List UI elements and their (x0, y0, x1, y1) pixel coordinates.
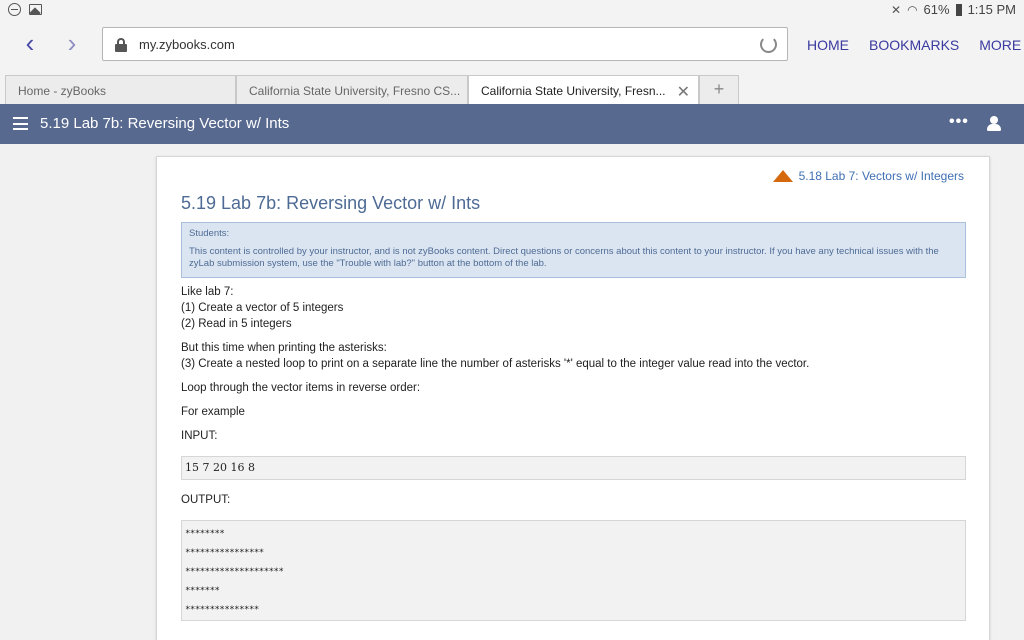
reload-icon[interactable] (760, 36, 777, 53)
tab-strip: Home - zyBooks California State Universi… (0, 70, 1024, 104)
input-example-value: 15 7 20 16 8 (185, 461, 255, 474)
instructions-part-1: Like lab 7: (1) Create a vector of 5 int… (181, 284, 343, 332)
output-line: *************** (185, 605, 259, 615)
section-title: 5.19 Lab 7b: Reversing Vector w/ Ints (181, 193, 481, 213)
triangle-up-icon (772, 170, 793, 182)
do-not-disturb-icon (8, 3, 21, 16)
text-line: (2) Read in 5 integers (181, 318, 292, 330)
more-link[interactable]: MORE (979, 37, 1021, 53)
output-label: OUTPUT: (181, 494, 231, 506)
more-options-icon[interactable]: ••• (949, 113, 969, 131)
input-label: INPUT: (181, 430, 218, 442)
close-tab-icon[interactable]: ✕ (677, 82, 690, 102)
previous-section-link[interactable]: 5.18 Lab 7: Vectors w/ Integers (772, 169, 964, 183)
tab-home-zybooks[interactable]: Home - zyBooks (5, 75, 236, 104)
hamburger-menu-icon[interactable] (13, 117, 28, 130)
for-example-text: For example (181, 406, 245, 418)
forward-icon[interactable]: › (58, 30, 86, 58)
home-link[interactable]: HOME (807, 37, 849, 53)
tab-label: California State University, Fresno CS..… (249, 84, 461, 98)
previous-section-label[interactable]: 5.18 Lab 7: Vectors w/ Integers (799, 169, 964, 183)
status-bar: ✕ ◠ 61% 1:15 PM (0, 0, 1024, 20)
tab-label: California State University, Fresn... (481, 84, 666, 98)
battery-percent: 61% (923, 2, 950, 17)
address-bar[interactable]: my.zybooks.com (102, 27, 788, 61)
header-title: 5.19 Lab 7b: Reversing Vector w/ Ints (40, 115, 290, 132)
battery-icon (955, 3, 962, 16)
instructions-part-2: But this time when printing the asterisk… (181, 340, 809, 372)
output-line: ******* (185, 586, 220, 596)
text-line: (3) Create a nested loop to print on a s… (181, 358, 810, 370)
url-text[interactable]: my.zybooks.com (139, 37, 235, 52)
user-icon[interactable] (987, 116, 1001, 132)
wifi-icon: ◠ (907, 2, 918, 17)
lab-content-card: 5.18 Lab 7: Vectors w/ Integers 5.19 Lab… (156, 156, 990, 640)
text-line: (1) Create a vector of 5 integers (181, 302, 344, 314)
output-line: **************** (185, 548, 264, 558)
input-example-box: 15 7 20 16 8 (181, 456, 966, 480)
tab-csu-fresno-active[interactable]: California State University, Fresn... ✕ (468, 75, 699, 104)
back-icon[interactable]: ‹ (16, 30, 44, 58)
image-notification-icon (29, 4, 42, 15)
output-line: ******** (185, 529, 225, 539)
tab-label: Home - zyBooks (18, 84, 107, 98)
tab-csu-fresno-1[interactable]: California State University, Fresno CS..… (236, 75, 468, 104)
text-line: Like lab 7: (181, 286, 234, 298)
reverse-order-text: Loop through the vector items in reverse… (181, 382, 421, 394)
text-line: But this time when printing the asterisk… (181, 342, 387, 354)
output-line: ******************** (185, 567, 284, 577)
instructor-notice: Students: This content is controlled by … (181, 222, 966, 278)
mute-icon: ✕ (891, 2, 902, 17)
lock-icon (115, 38, 127, 52)
browser-toolbar: ‹ › my.zybooks.com HOME BOOKMARKS MORE (0, 20, 1024, 70)
new-tab-button[interactable]: + (699, 75, 739, 104)
zybooks-header: 5.19 Lab 7b: Reversing Vector w/ Ints ••… (0, 104, 1024, 144)
notice-heading: Students: (189, 228, 230, 239)
output-example-box: ******** **************** **************… (181, 520, 966, 621)
clock: 1:15 PM (967, 2, 1016, 17)
bookmarks-link[interactable]: BOOKMARKS (869, 37, 959, 53)
notice-body: This content is controlled by your instr… (189, 246, 939, 269)
